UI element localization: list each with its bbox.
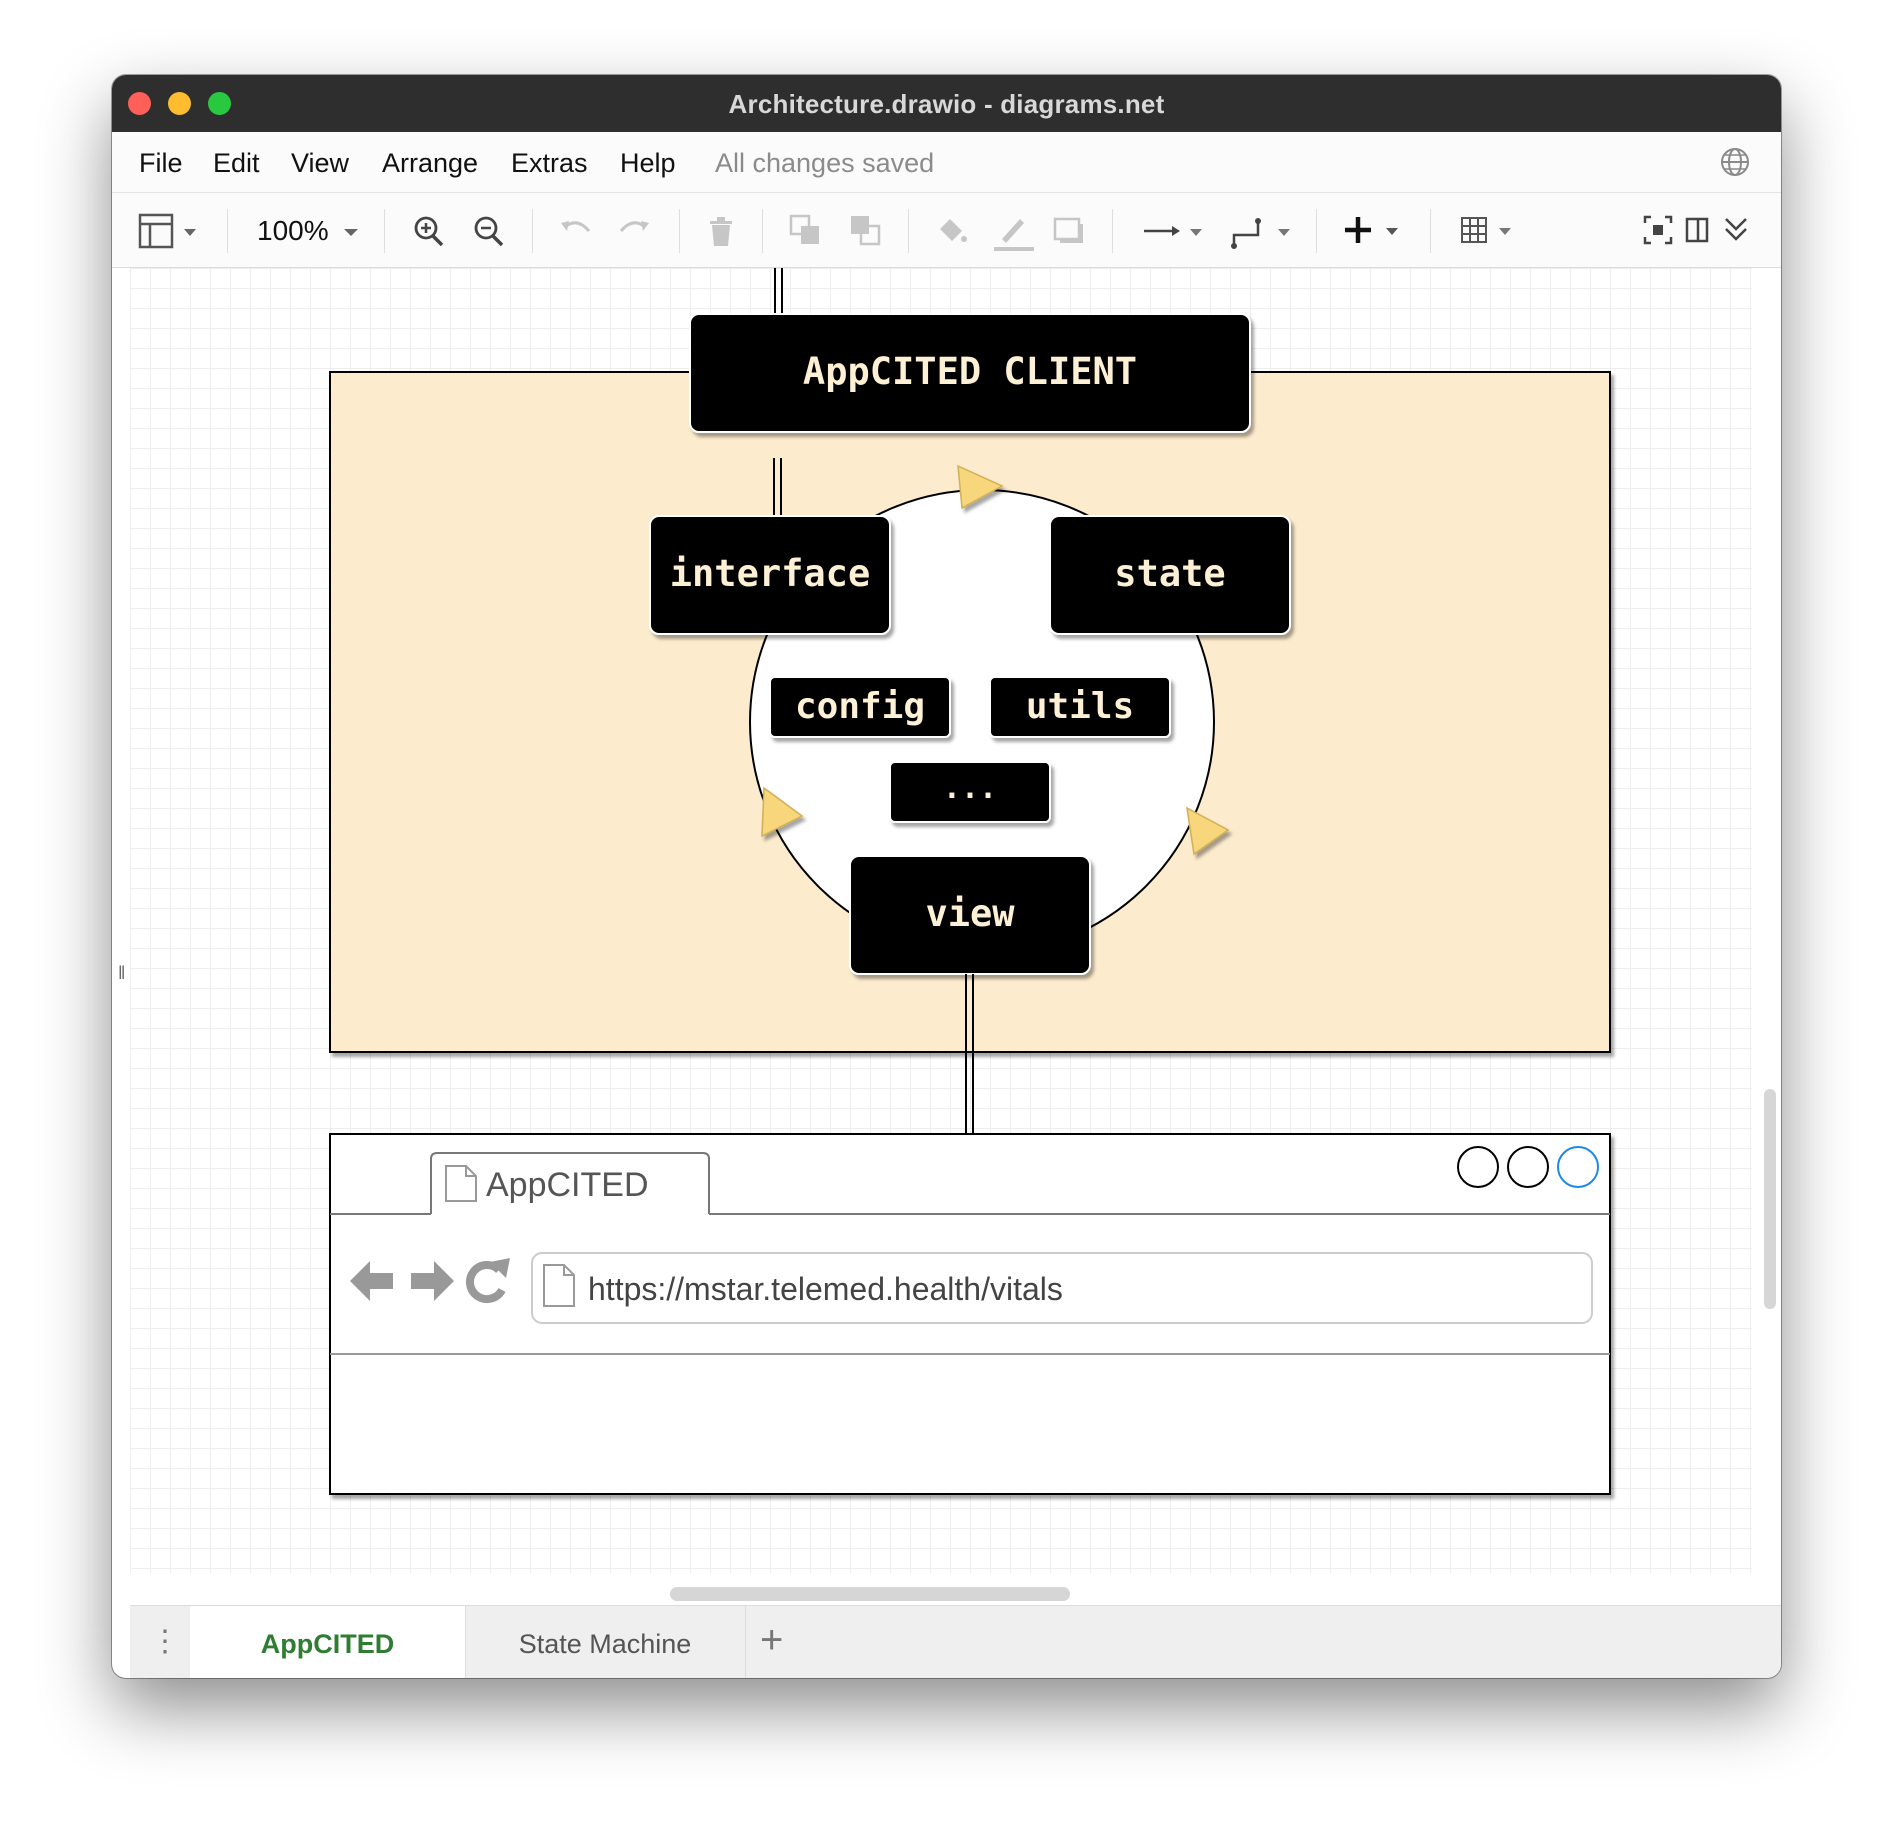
zoom-in-icon[interactable] [412, 213, 446, 254]
shadow-icon[interactable] [1052, 213, 1088, 254]
delete-trash-icon[interactable] [705, 213, 737, 254]
collapse-chevron-icon[interactable] [1722, 213, 1750, 254]
to-back-icon[interactable] [848, 213, 884, 254]
insert-plus-icon[interactable] [1344, 213, 1404, 254]
more-modules-label: ... [943, 771, 997, 806]
address-page-icon [543, 1264, 575, 1307]
vertical-scrollbar[interactable] [1764, 1089, 1776, 1309]
state-label: state [1114, 552, 1225, 595]
browser-window-control-2[interactable] [1507, 1146, 1549, 1188]
table-insert-icon[interactable] [1459, 213, 1519, 254]
page-tab-bar: ⋮ AppCITED State Machine + [130, 1605, 1781, 1678]
zoom-level[interactable]: 100% [257, 215, 329, 247]
page-tab-appcited-label: AppCITED [260, 1629, 395, 1659]
client-title-label: AppCITED CLIENT [803, 350, 1137, 393]
zoom-out-icon[interactable] [472, 213, 506, 254]
menu-edit[interactable]: Edit [213, 148, 260, 179]
sidebar-resize-grip[interactable]: ‖ [118, 963, 125, 984]
fullscreen-icon[interactable] [1642, 213, 1674, 254]
window-title: Architecture.drawio - diagrams.net [728, 89, 1165, 119]
page-tab-appcited[interactable]: AppCITED [190, 1606, 466, 1678]
view-module-box[interactable]: view [849, 855, 1091, 975]
config-label: config [795, 686, 925, 727]
undo-icon[interactable] [557, 213, 593, 254]
redo-icon[interactable] [617, 213, 653, 254]
toolbar: 100% [112, 193, 1781, 268]
browser-window-control-1[interactable] [1457, 1146, 1499, 1188]
page-tab-state-machine[interactable]: State Machine [465, 1606, 746, 1678]
menu-view[interactable]: View [291, 148, 349, 179]
diagram-svg: AppCITED CLIENT interface state config u… [329, 268, 1611, 1495]
language-globe-icon[interactable] [1719, 146, 1751, 183]
waypoints-icon[interactable] [1230, 213, 1296, 258]
config-module-box[interactable]: config [769, 676, 951, 738]
menu-arrange[interactable]: Arrange [382, 148, 478, 179]
view-label: view [925, 892, 1015, 935]
zoom-dropdown-chevron-icon[interactable] [342, 213, 360, 254]
browser-window-control-3[interactable] [1557, 1146, 1599, 1188]
line-color-icon[interactable] [992, 213, 1036, 258]
browser-tab-page-icon [445, 1165, 477, 1202]
to-front-icon[interactable] [788, 213, 824, 254]
format-sidebar-toggle-icon[interactable] [1684, 213, 1712, 254]
save-status: All changes saved [715, 148, 935, 178]
menu-help[interactable]: Help [620, 148, 676, 179]
add-page-plus-icon[interactable]: + [760, 1618, 783, 1663]
menu-extras[interactable]: Extras [511, 148, 588, 179]
title-bar: Architecture.drawio - diagrams.net [112, 75, 1781, 132]
state-module-box[interactable]: state [1049, 515, 1291, 635]
utils-label: utils [1026, 686, 1134, 727]
browser-mockup[interactable]: AppCITED https://mstar.telemed.health/vi… [329, 1133, 1611, 1495]
app-window: Architecture.drawio - diagrams.net File … [112, 75, 1781, 1678]
horizontal-scrollbar[interactable] [670, 1587, 1070, 1601]
browser-url: https://mstar.telemed.health/vitals [588, 1271, 1063, 1307]
format-panel-icon[interactable] [138, 213, 204, 254]
client-title-box[interactable]: AppCITED CLIENT [689, 313, 1251, 433]
more-modules-box[interactable]: ... [889, 761, 1051, 823]
connection-arrow-icon[interactable] [1142, 213, 1204, 254]
menu-bar: File Edit View Arrange Extras Help All c… [112, 132, 1781, 193]
top-connector-edge[interactable] [774, 268, 783, 318]
page-tab-state-machine-label: State Machine [518, 1629, 692, 1659]
browser-tab-title: AppCITED [486, 1166, 649, 1204]
menu-file[interactable]: File [139, 148, 183, 179]
drawing-canvas[interactable]: AppCITED CLIENT interface state config u… [130, 268, 1752, 1573]
utils-module-box[interactable]: utils [989, 676, 1171, 738]
interface-module-box[interactable]: interface [649, 515, 891, 635]
pages-menu-icon[interactable]: ⋮ [150, 1624, 180, 1659]
fill-color-icon[interactable] [934, 213, 970, 254]
interface-label: interface [670, 552, 870, 595]
